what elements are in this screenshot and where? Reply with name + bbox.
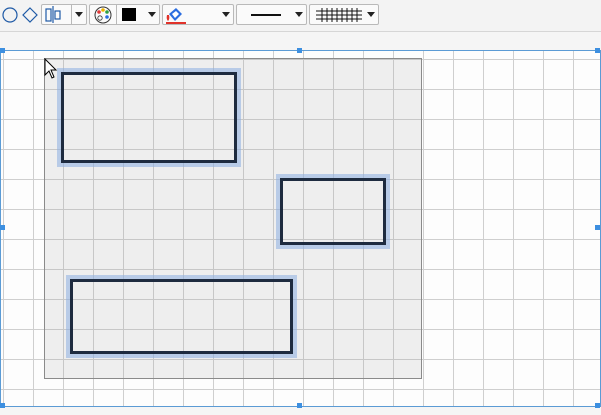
rectangle-bottom[interactable] <box>66 275 297 358</box>
circle-shape-icon <box>2 7 18 23</box>
chevron-down-icon <box>222 12 230 17</box>
rectangle-top-left[interactable] <box>57 68 241 167</box>
mouse-cursor-icon <box>44 58 58 79</box>
dropdown-separator <box>71 5 72 24</box>
resize-handle-top-left[interactable] <box>0 48 5 53</box>
resize-handle-left[interactable] <box>0 225 5 230</box>
grid-style-dropdown[interactable] <box>309 4 379 25</box>
resize-handle-bottom[interactable] <box>297 403 302 408</box>
chevron-down-icon <box>75 12 83 17</box>
solid-line-icon <box>251 14 281 16</box>
resize-handle-bottom-right[interactable] <box>595 403 600 408</box>
line-style-dropdown[interactable] <box>236 4 307 25</box>
selected-color-swatch <box>122 8 136 21</box>
align-center-icon <box>45 6 61 23</box>
resize-handle-top-right[interactable] <box>595 48 600 53</box>
rectangle-right[interactable] <box>276 174 390 249</box>
chevron-down-icon <box>367 12 375 17</box>
diamond-shape-icon <box>22 7 38 23</box>
chevron-down-icon <box>295 12 303 17</box>
fill-color-dropdown[interactable] <box>162 4 234 25</box>
resize-handle-top[interactable] <box>297 48 302 53</box>
paint-bucket-icon <box>166 8 186 24</box>
resize-handle-right[interactable] <box>595 225 600 230</box>
align-dropdown[interactable] <box>41 4 87 25</box>
grid-lines-icon <box>316 8 362 22</box>
resize-handle-bottom-left[interactable] <box>0 403 5 408</box>
diamond-shape-button[interactable] <box>21 4 39 25</box>
circle-shape-button[interactable] <box>1 4 19 25</box>
color-picker-dropdown[interactable] <box>89 4 160 25</box>
dropdown-separator <box>116 5 117 24</box>
toolbar <box>0 0 601 32</box>
chevron-down-icon <box>148 12 156 17</box>
palette-icon <box>94 6 112 24</box>
